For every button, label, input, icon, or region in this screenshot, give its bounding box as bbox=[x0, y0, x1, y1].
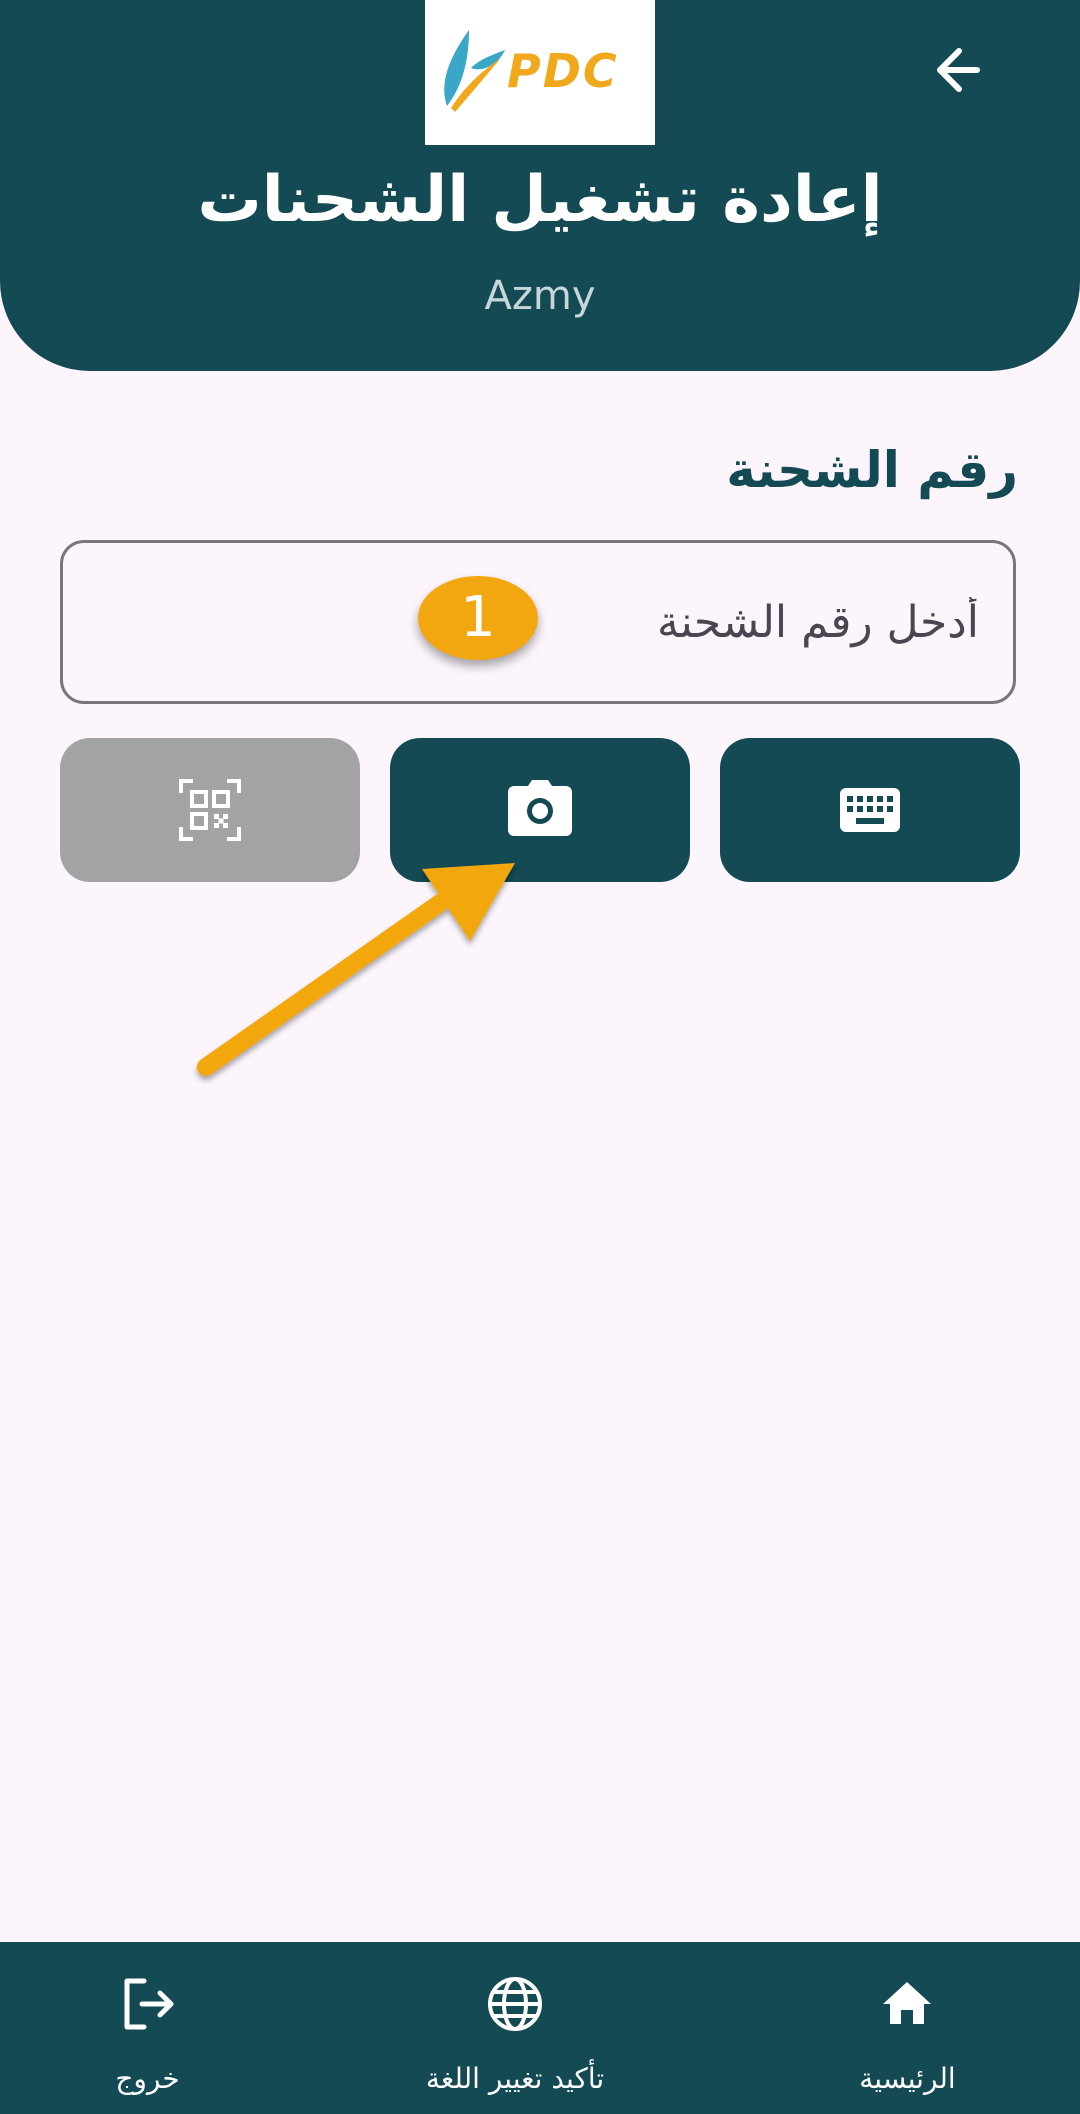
nav-home-label: الرئيسية bbox=[859, 2062, 956, 2095]
arrow-left-icon bbox=[937, 48, 980, 92]
nav-language-label: تأكيد تغيير اللغة bbox=[425, 2062, 605, 2095]
home-icon bbox=[883, 1982, 931, 2024]
shipment-number-label: رقم الشحنة bbox=[726, 441, 1018, 499]
logout-icon bbox=[124, 1978, 174, 2030]
keyboard-icon bbox=[840, 788, 900, 832]
keyboard-input-button[interactable] bbox=[720, 738, 1020, 882]
globe-icon bbox=[488, 1977, 542, 2031]
shipment-number-field[interactable] bbox=[60, 540, 1016, 704]
app-header: PDC إعادة تشغيل الشحنات Azmy bbox=[0, 0, 1080, 371]
nav-language[interactable]: تأكيد تغيير اللغة bbox=[370, 1942, 660, 2114]
bottom-navigation: الرئيسية تأكيد تغيير اللغة خروج bbox=[0, 1942, 1080, 2114]
nav-exit[interactable]: خروج bbox=[80, 1942, 215, 2114]
logo-text: PDC bbox=[507, 44, 619, 98]
user-name: Azmy bbox=[484, 273, 596, 319]
shipment-number-input[interactable] bbox=[63, 543, 1013, 701]
back-button[interactable] bbox=[925, 35, 995, 105]
pdc-logo: PDC bbox=[425, 0, 655, 145]
logo-leaf-icon bbox=[444, 30, 505, 112]
page-title: إعادة تشغيل الشحنات bbox=[197, 163, 883, 237]
step-badge: 1 bbox=[418, 576, 538, 660]
nav-home[interactable]: الرئيسية bbox=[820, 1942, 995, 2114]
qr-code-icon bbox=[179, 779, 241, 841]
camera-icon bbox=[508, 780, 572, 836]
pointer-arrow-icon bbox=[197, 863, 515, 1076]
nav-exit-label: خروج bbox=[115, 2062, 180, 2095]
